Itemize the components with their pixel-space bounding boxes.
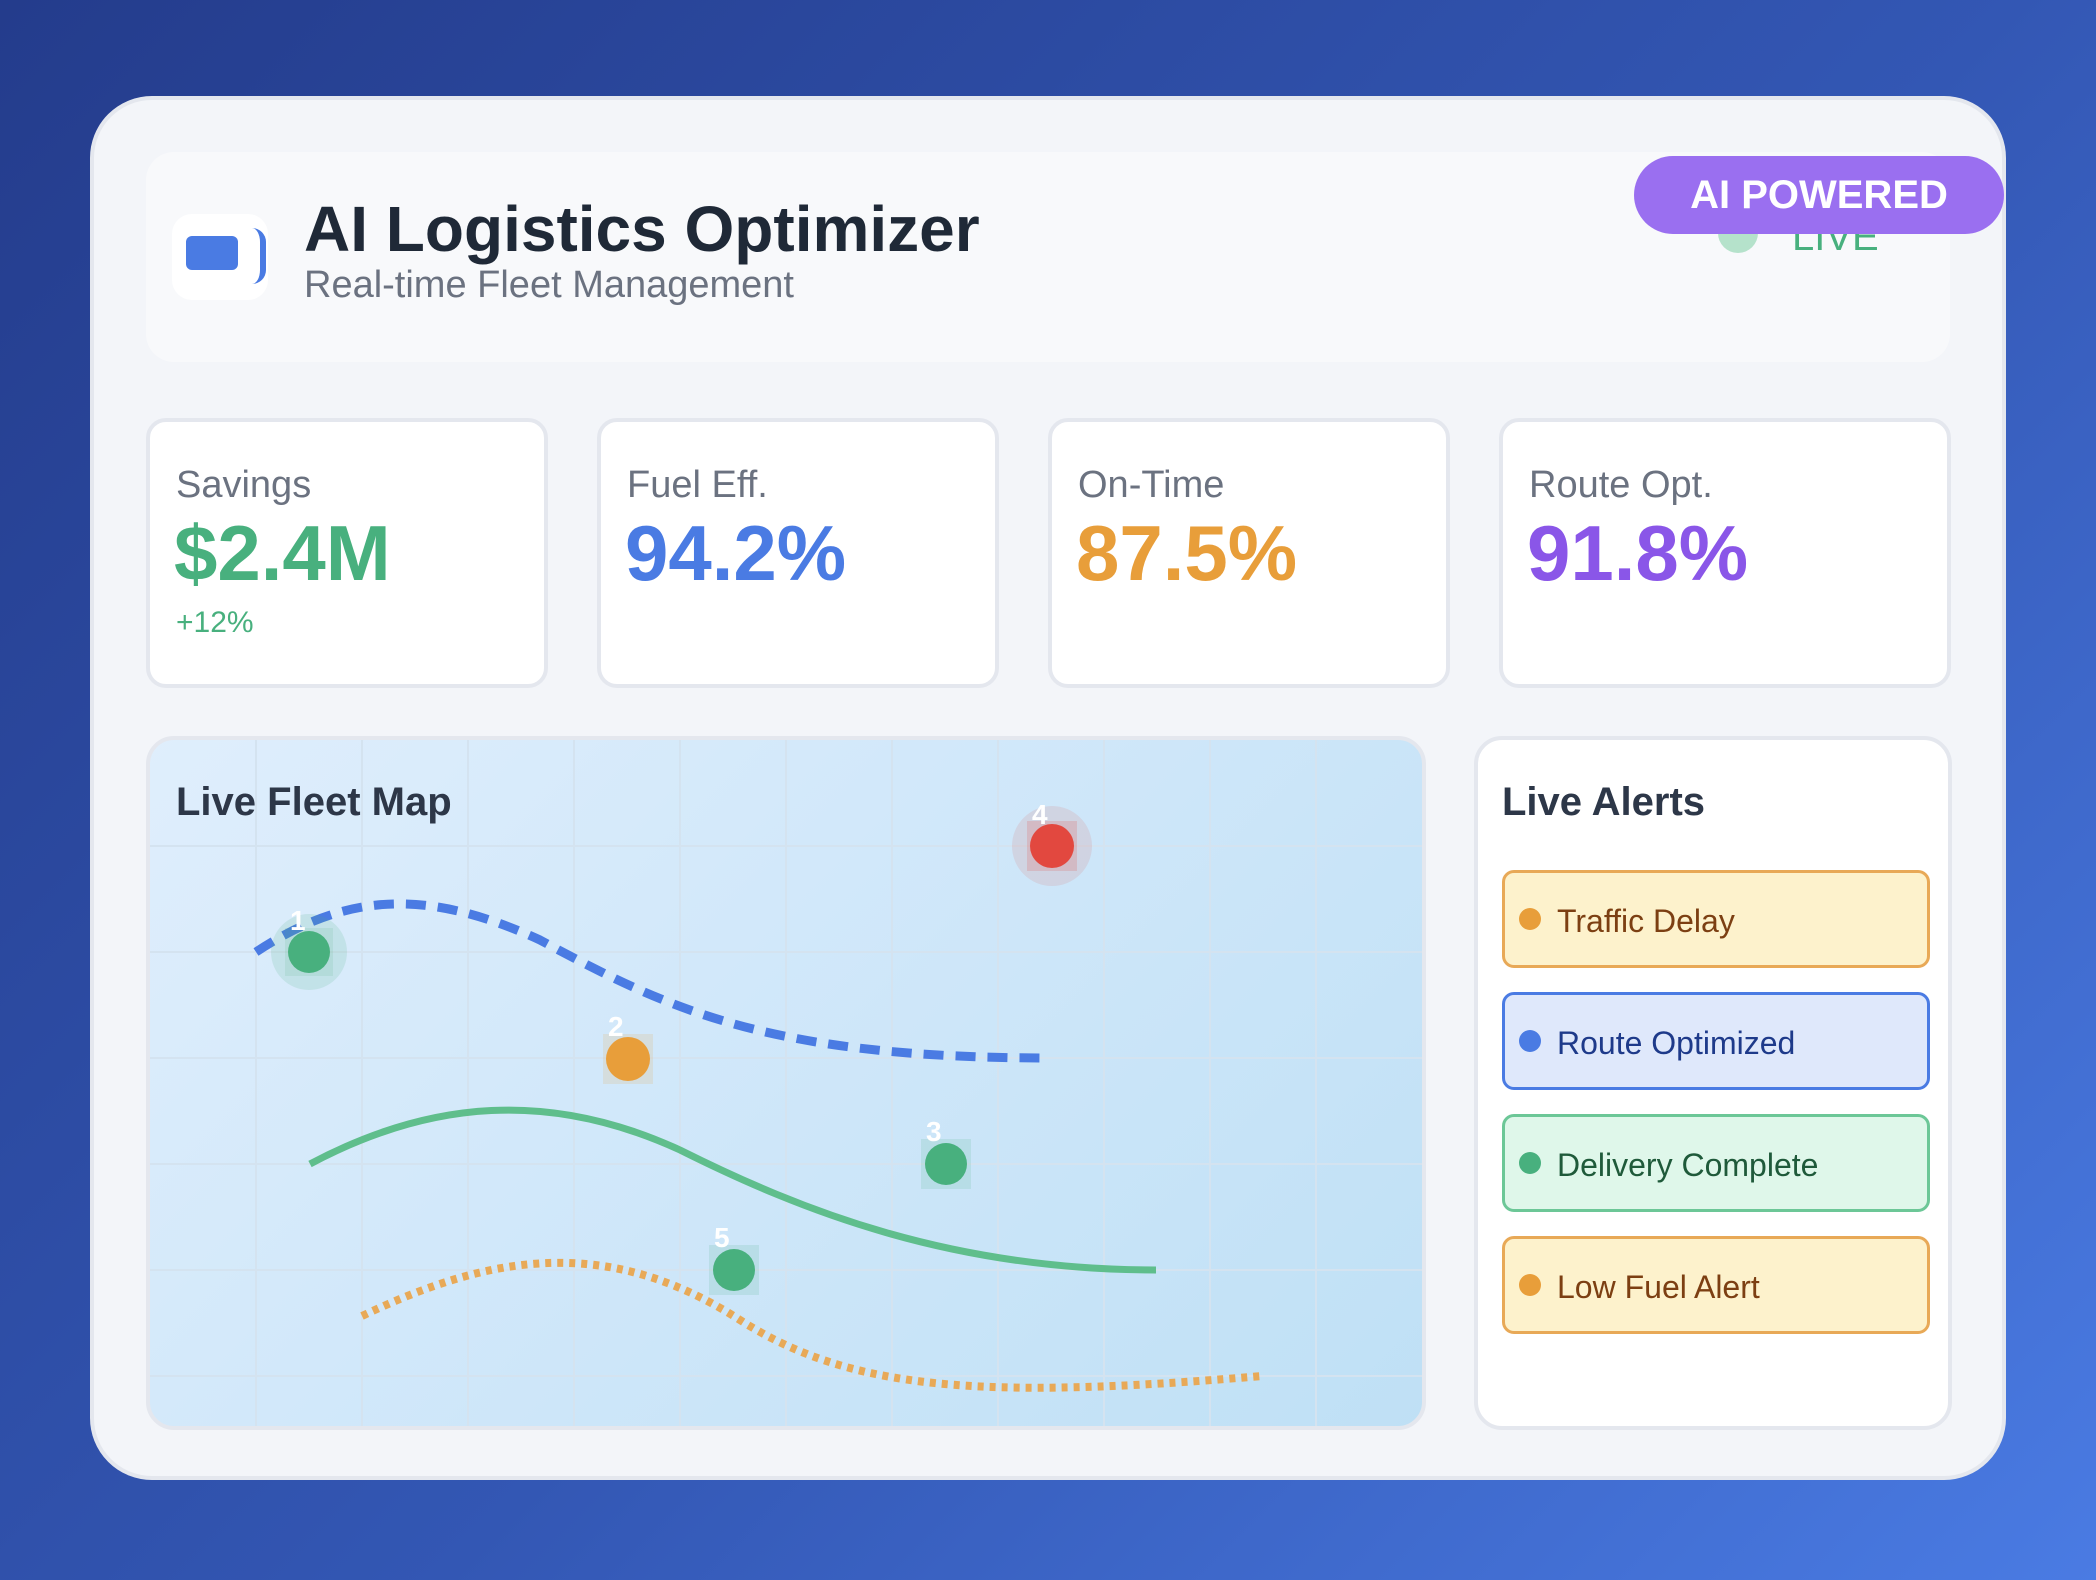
ai-powered-badge: AI POWERED	[1634, 156, 2004, 234]
metric-delta: +12%	[176, 606, 254, 639]
metric-label: On-Time	[1078, 464, 1225, 506]
metric-value: $2.4M	[174, 509, 391, 597]
fleet-map[interactable]: 1 2 3 4 5 Live Fleet Map	[146, 736, 1426, 1430]
warning-dot-icon	[1519, 1274, 1541, 1296]
vehicle-marker-1[interactable]: 1	[271, 905, 347, 990]
map-grid	[150, 740, 1422, 1426]
map-title: Live Fleet Map	[176, 780, 452, 824]
alert-route-optimized[interactable]: Route Optimized	[1502, 992, 1930, 1090]
vehicle-label: 2	[608, 1011, 624, 1042]
alert-text: Route Optimized	[1557, 1025, 1796, 1061]
alert-text: Delivery Complete	[1557, 1147, 1819, 1183]
metric-card-route-optimization[interactable]: Route Opt. 91.8%	[1499, 418, 1951, 688]
app-subtitle: Real-time Fleet Management	[304, 264, 794, 306]
dashboard-panel: AI Logistics Optimizer Real-time Fleet M…	[90, 96, 2006, 1480]
metric-card-savings[interactable]: Savings $2.4M +12%	[146, 418, 548, 688]
metric-value: 91.8%	[1527, 509, 1749, 597]
metric-label: Fuel Eff.	[627, 464, 768, 506]
alerts-panel: Live Alerts Traffic Delay Route Optimize…	[1474, 736, 1952, 1430]
vehicle-marker-2[interactable]: 2	[603, 1011, 653, 1084]
vehicle-marker-5[interactable]: 5	[709, 1222, 759, 1295]
alert-traffic-delay[interactable]: Traffic Delay	[1502, 870, 1930, 968]
metric-card-on-time[interactable]: On-Time 87.5%	[1048, 418, 1450, 688]
alert-low-fuel[interactable]: Low Fuel Alert	[1502, 1236, 1930, 1334]
alert-text: Low Fuel Alert	[1557, 1269, 1760, 1305]
vehicle-label: 4	[1032, 799, 1048, 830]
alert-text: Traffic Delay	[1557, 903, 1735, 939]
info-dot-icon	[1519, 1030, 1541, 1052]
metric-card-fuel-efficiency[interactable]: Fuel Eff. 94.2%	[597, 418, 999, 688]
header: AI Logistics Optimizer Real-time Fleet M…	[146, 152, 2004, 362]
metric-label: Savings	[176, 464, 312, 506]
fleet-map-canvas: 1 2 3 4 5	[150, 740, 1422, 1426]
metric-value: 94.2%	[625, 509, 847, 597]
vehicle-label: 5	[714, 1222, 730, 1253]
alerts-title: Live Alerts	[1502, 780, 1706, 824]
route-3-dotted[interactable]	[360, 1258, 1263, 1392]
app-title: AI Logistics Optimizer	[304, 193, 980, 265]
alert-delivery-complete[interactable]: Delivery Complete	[1502, 1114, 1930, 1212]
vehicle-label: 3	[926, 1116, 942, 1147]
metric-label: Route Opt.	[1529, 464, 1713, 506]
success-dot-icon	[1519, 1152, 1541, 1174]
vehicle-marker-4[interactable]: 4	[1012, 799, 1092, 886]
truck-icon	[172, 214, 268, 300]
vehicle-label: 1	[290, 905, 306, 936]
metric-value: 87.5%	[1076, 509, 1298, 597]
warning-dot-icon	[1519, 908, 1541, 930]
vehicle-marker-3[interactable]: 3	[921, 1116, 971, 1189]
